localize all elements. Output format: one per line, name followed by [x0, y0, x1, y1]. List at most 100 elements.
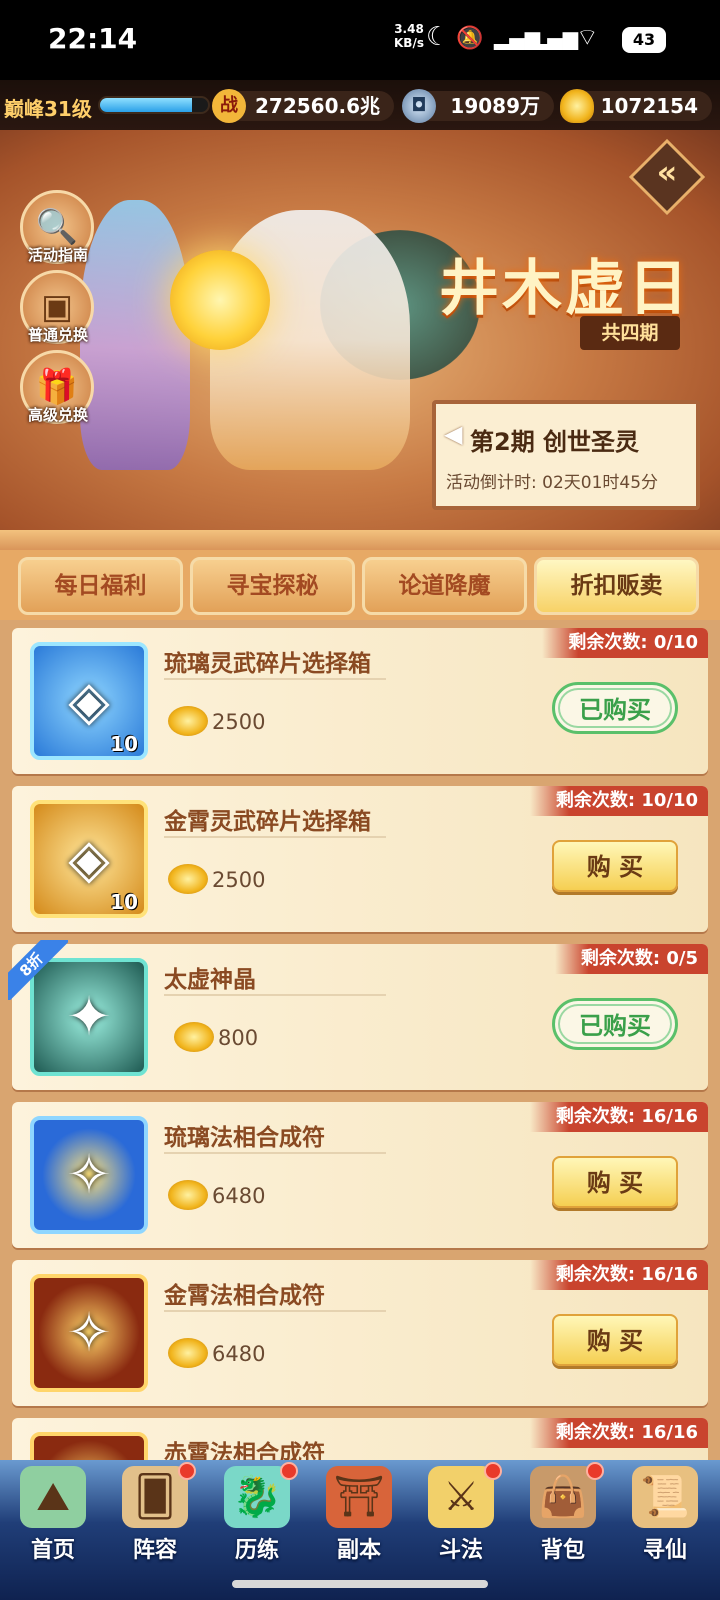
xp-bar-fill: [100, 98, 192, 112]
item-art-icon: ✧: [34, 1436, 144, 1460]
item-quantity: 10: [110, 890, 138, 914]
item-icon[interactable]: ✧: [30, 1274, 148, 1392]
gold-ingot-icon: [174, 1022, 214, 1052]
purchased-button[interactable]: 已购买: [552, 998, 678, 1050]
shop-item-card: ✧ 琉璃法相合成符 剩余次数: 16/16 6480 购 买: [12, 1102, 708, 1248]
item-icon[interactable]: ◈ 10: [30, 642, 148, 760]
item-quantity: 10: [110, 732, 138, 756]
item-name: 太虚神晶: [164, 967, 256, 993]
name-divider: [164, 994, 386, 996]
phase-prev-arrow-icon[interactable]: ◀: [444, 420, 462, 448]
item-icon[interactable]: ◈ 10: [30, 800, 148, 918]
remaining-purchases-badge: 剩余次数: 16/16: [529, 1102, 708, 1132]
name-divider: [164, 836, 386, 838]
remaining-purchases-badge: 剩余次数: 10/10: [529, 786, 708, 816]
notification-dot: [586, 1462, 604, 1480]
premium-exchange-label: 高级兑换: [27, 406, 88, 424]
item-price: 6480: [212, 1184, 266, 1208]
tab-treasure-hunt[interactable]: 寻宝探秘: [190, 557, 355, 615]
shop-item-card: ✦ 太虚神晶 剩余次数: 0/5 800 已购买 8折: [8, 940, 708, 1090]
nav-item[interactable]: 🂠 阵容: [104, 1462, 206, 1563]
remaining-purchases-badge: 剩余次数: 16/16: [529, 1418, 708, 1448]
pagoda-icon: ⛩: [326, 1466, 392, 1528]
gold-ingot-icon: [168, 1338, 208, 1368]
buy-button[interactable]: 购 买: [552, 1156, 678, 1208]
shop-item-card: ◈ 10 金霄灵武碎片选择箱 剩余次数: 10/10 2500 购 买: [12, 786, 708, 932]
nav-item[interactable]: ⛰ 首页: [2, 1462, 104, 1563]
tab-dao-demon[interactable]: 论道降魔: [362, 557, 527, 615]
item-icon[interactable]: ✧: [30, 1432, 148, 1460]
nav-item[interactable]: ⛩ 副本: [308, 1462, 410, 1563]
item-art-icon: ✧: [66, 1143, 112, 1206]
event-title: 井木虚日: [439, 254, 691, 324]
banner-divider: [0, 530, 720, 550]
item-name: 琉璃灵武碎片选择箱: [164, 651, 371, 677]
tab-daily-welfare[interactable]: 每日福利: [18, 557, 183, 615]
mute-icon: 🔕: [456, 26, 484, 51]
scroll-icon: 📜: [632, 1466, 698, 1528]
battery-indicator: 43: [622, 27, 666, 53]
item-icon[interactable]: ✧: [30, 1116, 148, 1234]
normal-exchange-label: 普通兑换: [27, 326, 88, 344]
discount-badge: 8折: [8, 940, 68, 1000]
event-phase-title: 第2期 创世圣灵: [470, 428, 640, 456]
shop-item-card: ◈ 10 琉璃灵武碎片选择箱 剩余次数: 0/10 2500 已购买: [12, 628, 708, 774]
nav-item[interactable]: ⚔ 斗法: [410, 1462, 512, 1563]
home-island-icon: ⛰: [20, 1466, 86, 1528]
4g-signal-icon: ▂▄▆: [532, 26, 579, 50]
discount-label: 8折: [8, 940, 68, 1000]
network-speed: 3.48 KB/s: [394, 22, 424, 50]
item-name: 金霄法相合成符: [164, 1283, 325, 1309]
gold-ingot-icon: [168, 1180, 208, 1210]
net-speed-unit: KB/s: [394, 36, 424, 50]
notification-dot: [484, 1462, 502, 1480]
nav-label: 斗法: [438, 1538, 483, 1563]
copper-coin-icon: ◘: [402, 89, 436, 123]
nav-label: 首页: [30, 1538, 75, 1563]
nav-label: 历练: [234, 1538, 279, 1563]
item-name: 金霄灵武碎片选择箱: [164, 809, 371, 835]
battle-power-icon: 战: [212, 89, 246, 123]
sun-orb-art: [170, 250, 270, 350]
xp-bar: [98, 96, 210, 114]
event-periods-badge: 共四期: [580, 316, 680, 350]
gold-ingot-icon: [168, 706, 208, 736]
buy-button[interactable]: 购 买: [552, 1314, 678, 1366]
power-value: 272560.6兆: [226, 91, 394, 121]
shop-item-card: ✧ 赤霄法相合成符 剩余次数: 16/16: [12, 1418, 708, 1460]
shop-item-card: ✧ 金霄法相合成符 剩余次数: 16/16 6480 购 买: [12, 1260, 708, 1406]
name-divider: [164, 678, 386, 680]
home-indicator[interactable]: [232, 1580, 488, 1588]
notification-dot: [280, 1462, 298, 1480]
purchased-button[interactable]: 已购买: [552, 682, 678, 734]
back-arrow-icon: «: [656, 153, 678, 191]
gold-ingot-icon: [168, 864, 208, 894]
nav-item[interactable]: 🐉 历练: [206, 1462, 308, 1563]
nav-item[interactable]: 👜 背包: [512, 1462, 614, 1563]
shop-item-list[interactable]: ◈ 10 琉璃灵武碎片选择箱 剩余次数: 0/10 2500 已购买 ◈ 10 金霄灵武碎片选择…: [0, 620, 720, 1460]
net-speed-value: 3.48: [394, 22, 424, 36]
nav-label: 阵容: [132, 1538, 177, 1563]
nav-item[interactable]: 📜 寻仙: [614, 1462, 716, 1563]
item-price: 6480: [212, 1342, 266, 1366]
event-countdown: 活动倒计时: 02天01时45分: [446, 473, 659, 493]
item-price: 2500: [212, 710, 266, 734]
item-art-icon: ✧: [66, 1301, 112, 1364]
remaining-purchases-badge: 剩余次数: 16/16: [529, 1260, 708, 1290]
remaining-purchases-badge: 剩余次数: 0/5: [554, 944, 708, 974]
gold-ingot-icon: [560, 89, 594, 123]
moon-icon: ☾: [426, 22, 450, 52]
remaining-purchases-badge: 剩余次数: 0/10: [542, 628, 708, 658]
name-divider: [164, 1310, 386, 1312]
nav-label: 副本: [336, 1538, 381, 1563]
activity-guide-label: 活动指南: [27, 246, 88, 264]
wifi-icon: ⌔: [576, 23, 599, 51]
item-name: 赤霄法相合成符: [164, 1441, 325, 1460]
buy-button[interactable]: 购 买: [552, 840, 678, 892]
tab-discount-sale[interactable]: 折扣贩卖: [534, 557, 699, 615]
item-price: 800: [218, 1026, 259, 1050]
notification-dot: [178, 1462, 196, 1480]
item-price: 2500: [212, 868, 266, 892]
player-level: 巅峰31级: [4, 97, 92, 121]
nav-label: 寻仙: [642, 1538, 687, 1563]
